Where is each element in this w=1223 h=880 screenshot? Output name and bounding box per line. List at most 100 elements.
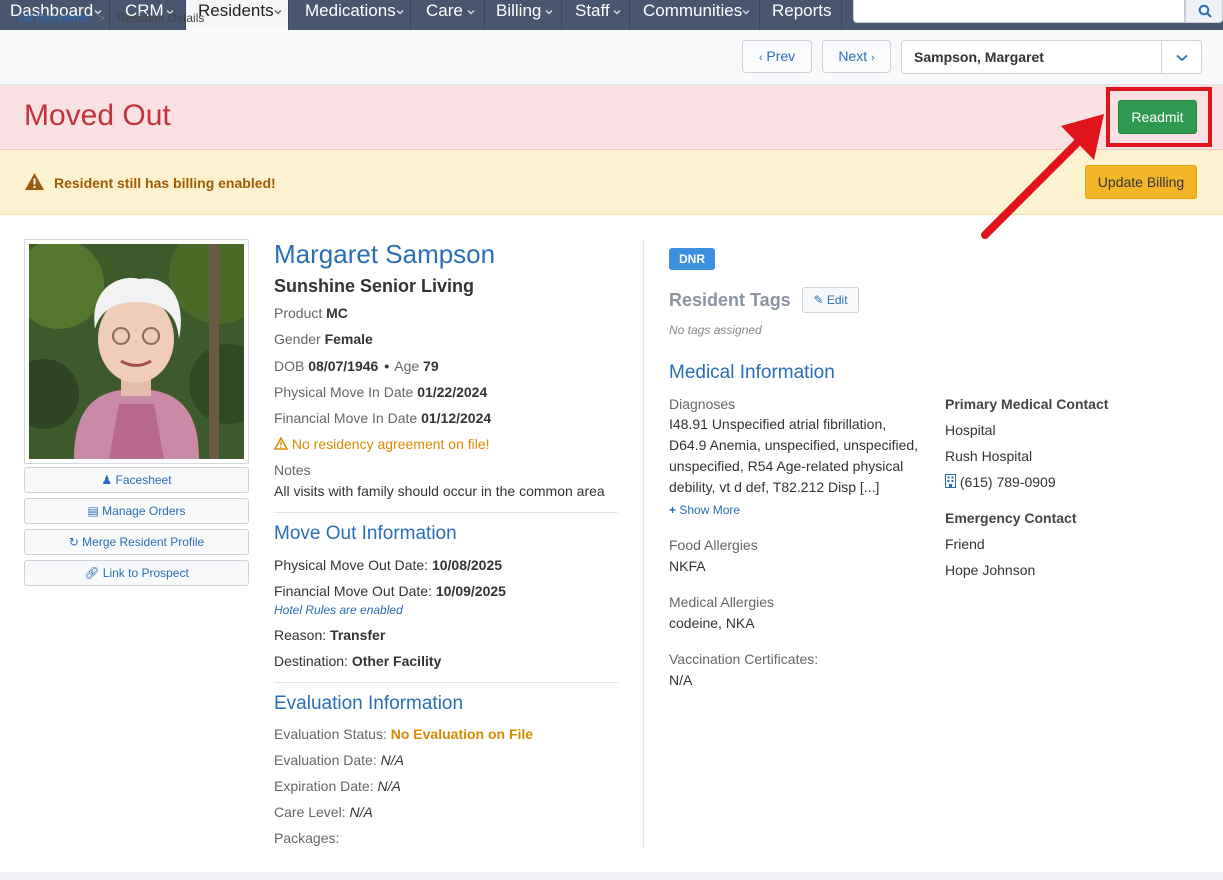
show-more-label: Show More — [679, 503, 741, 517]
nav-label: Care — [426, 1, 463, 20]
manage-orders-button[interactable]: ▤ Manage Orders — [24, 498, 249, 524]
physical-move-in-value: 01/22/2024 — [417, 384, 488, 400]
evaluation-date-row: Evaluation Date: N/A — [274, 752, 404, 768]
dob-value: 08/07/1946 — [308, 358, 379, 374]
age-value: 79 — [423, 358, 439, 374]
care-level-label: Care Level: — [274, 804, 346, 820]
resident-select[interactable]: Sampson, Margaret — [901, 40, 1202, 74]
search-icon — [1198, 4, 1212, 18]
next-button[interactable]: Next › — [822, 40, 891, 73]
status-banner — [0, 85, 1223, 150]
care-level-value: N/A — [349, 804, 373, 820]
nav-communities[interactable]: Communities — [630, 0, 760, 30]
chevron-down-icon — [1176, 54, 1188, 62]
dnr-badge: DNR — [669, 248, 715, 270]
resident-select-toggle[interactable] — [1161, 41, 1201, 73]
community-name: Sunshine Senior Living — [274, 276, 475, 296]
primary-contact-name: Rush Hospital — [945, 448, 1033, 464]
notes-text: All visits with family should occur in t… — [274, 483, 605, 499]
diagnoses-line: debility, vt d def, T82.212 Disp [...] — [669, 479, 880, 495]
age-label: Age — [394, 358, 420, 374]
primary-contact-phone-row: (615) 789-0909 — [945, 474, 1056, 490]
chevron-right-icon: › — [871, 52, 875, 64]
physical-move-out-row: Physical Move Out Date: 10/08/2025 — [274, 557, 502, 573]
annotation-highlight-box — [1106, 87, 1212, 147]
physical-move-out-label: Physical Move Out Date: — [274, 557, 429, 573]
destination-value: Other Facility — [351, 653, 442, 669]
reason-value: Transfer — [330, 627, 386, 643]
nav-staff[interactable]: Staff — [562, 0, 630, 30]
diagnoses-line: I48.91 Unspecified atrial fibrillation, — [669, 416, 887, 432]
pencil-icon: ✎ — [813, 293, 824, 307]
nav-label: Reports — [772, 1, 832, 20]
gender-value: Female — [324, 331, 373, 347]
prev-button[interactable]: ‹ Prev — [742, 40, 812, 73]
nav-care[interactable]: Care — [411, 0, 485, 30]
show-more-link[interactable]: + Show More — [669, 503, 740, 517]
residency-warning: No residency agreement on file! — [273, 436, 490, 452]
residency-warning-text: No residency agreement on file! — [291, 436, 490, 452]
chevron-down-icon — [467, 10, 475, 15]
financial-move-out-label: Financial Move Out Date: — [274, 583, 432, 599]
expiration-date-value: N/A — [377, 778, 401, 794]
financial-move-out-row: Financial Move Out Date: 10/09/2025 — [274, 583, 506, 599]
facesheet-button[interactable]: ♟ Facesheet — [24, 467, 249, 493]
reason-row: Reason: Transfer — [274, 627, 385, 643]
evaluation-date-label: Evaluation Date: — [274, 752, 377, 768]
merge-resident-button[interactable]: ↻ Merge Resident Profile — [24, 529, 249, 555]
nav-reports[interactable]: Reports — [760, 0, 842, 30]
dob-label: DOB — [274, 358, 305, 374]
financial-move-in-row: Financial Move In Date 01/12/2024 — [274, 410, 491, 426]
separator-dot: • — [384, 358, 390, 374]
physical-move-out-value: 10/08/2025 — [431, 557, 503, 573]
breadcrumb-all-residents[interactable]: All Residents — [19, 11, 89, 25]
resident-photo — [29, 244, 244, 459]
medkit-icon: ▤ — [87, 504, 99, 518]
chevron-down-icon — [742, 10, 750, 15]
edit-tags-button[interactable]: ✎ Edit — [802, 287, 859, 313]
refresh-icon: ↻ — [68, 535, 79, 549]
chevron-down-icon — [396, 10, 404, 15]
expiration-date-label: Expiration Date: — [274, 778, 374, 794]
column-divider — [643, 240, 644, 848]
link-prospect-button[interactable]: 🔗︎ Link to Prospect — [24, 560, 249, 586]
food-allergies-label: Food Allergies — [669, 537, 758, 553]
nav-label: Communities — [643, 1, 743, 20]
nav-label: Staff — [575, 1, 610, 20]
medical-allergies-label: Medical Allergies — [669, 594, 775, 610]
care-level-row: Care Level: N/A — [274, 804, 373, 820]
divider — [274, 512, 618, 513]
search-button[interactable] — [1185, 0, 1223, 23]
emergency-contact-name: Hope Johnson — [945, 562, 1036, 578]
nav-medications[interactable]: Medications — [289, 0, 411, 30]
resident-name: Margaret Sampson — [274, 239, 496, 269]
nav-label: Medications — [305, 1, 396, 20]
diagnoses-line: D64.9 Anemia, unspecified, unspecified, — [669, 437, 919, 453]
financial-move-in-label: Financial Move In Date — [274, 410, 418, 426]
breadcrumb-current: Resident Details — [117, 11, 205, 25]
primary-contact-label: Primary Medical Contact — [945, 396, 1109, 412]
destination-row: Destination: Other Facility — [274, 653, 441, 669]
chevron-down-icon — [613, 10, 621, 15]
diagnoses-text: I48.91 Unspecified atrial fibrillation, … — [669, 414, 918, 498]
prev-label: Prev — [766, 48, 796, 64]
hotel-rules-note: Hotel Rules are enabled — [274, 603, 403, 617]
resident-tags-title: Resident Tags — [669, 290, 791, 310]
update-billing-button[interactable]: Update Billing — [1085, 165, 1197, 199]
evaluation-date-value: N/A — [380, 752, 404, 768]
primary-contact-type: Hospital — [945, 422, 996, 438]
dob-row: DOB 08/07/1946 • Age 79 — [274, 358, 439, 374]
emergency-contact-label: Emergency Contact — [945, 510, 1077, 526]
manage-orders-label: Manage Orders — [102, 504, 186, 518]
footer-strip — [0, 872, 1223, 880]
search-input[interactable] — [853, 0, 1185, 23]
chevron-down-icon — [274, 10, 282, 15]
next-label: Next — [838, 48, 868, 64]
expiration-date-row: Expiration Date: N/A — [274, 778, 401, 794]
diagnoses-line: unspecified, R54 Age-related physical — [669, 458, 904, 474]
physical-move-in-label: Physical Move In Date — [274, 384, 414, 400]
reason-label: Reason: — [274, 627, 327, 643]
nav-billing[interactable]: Billing — [485, 0, 562, 30]
diagnoses-label: Diagnoses — [669, 396, 736, 412]
merge-resident-label: Merge Resident Profile — [82, 535, 205, 549]
